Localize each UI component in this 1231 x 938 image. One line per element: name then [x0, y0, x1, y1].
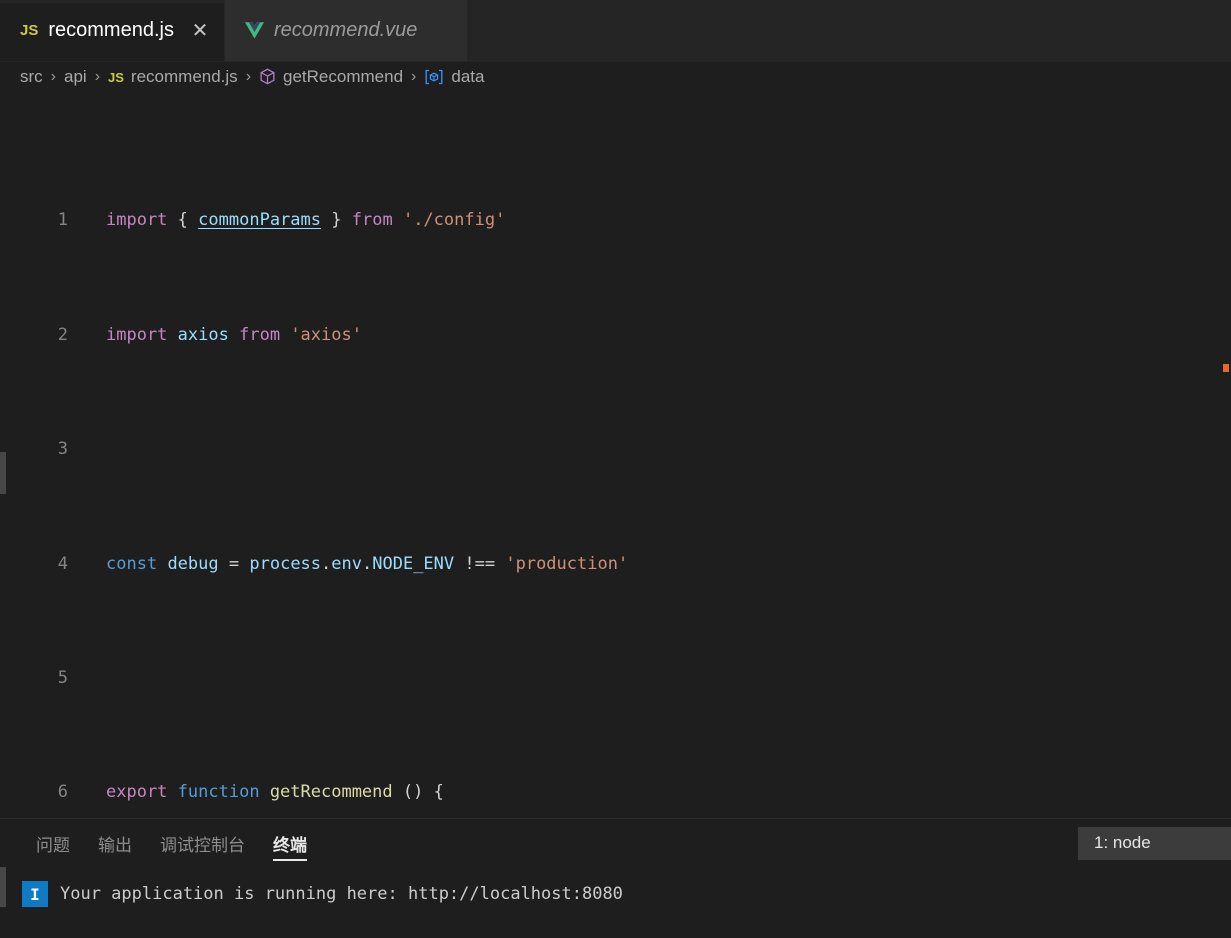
- code-line[interactable]: 5: [0, 664, 1231, 693]
- line-text: export function getRecommend () {: [106, 782, 444, 803]
- js-file-icon: JS: [20, 22, 39, 39]
- line-number: 5: [57, 667, 68, 688]
- line-number: 1: [57, 210, 68, 231]
- code-content[interactable]: 1 import { commonParams } from './config…: [0, 92, 1231, 818]
- code-editor[interactable]: 1 import { commonParams } from './config…: [0, 92, 1231, 818]
- breadcrumb-item-getrecommend[interactable]: getRecommend: [259, 67, 403, 87]
- breadcrumb-item-src[interactable]: src: [20, 67, 43, 87]
- chevron-right-icon: ›: [411, 68, 417, 85]
- breadcrumb-label: data: [451, 67, 485, 86]
- line-number: 2: [57, 324, 68, 345]
- terminal-select-label: 1: node: [1094, 832, 1151, 852]
- panel-left-decoration: [0, 867, 6, 907]
- terminal-select[interactable]: 1: node: [1078, 826, 1231, 860]
- symbol-function-icon: [259, 68, 276, 86]
- breadcrumb-item-recommend-js[interactable]: JS recommend.js: [108, 67, 238, 87]
- editor-tab-bar: JS recommend.js ✕ recommend.vue ✕: [0, 0, 1231, 62]
- breadcrumb-item-api[interactable]: api: [64, 67, 87, 87]
- code-line[interactable]: 2 import axios from 'axios': [0, 321, 1231, 350]
- panel-tab-output[interactable]: 输出: [84, 819, 146, 867]
- tab-label: recommend.vue: [273, 19, 418, 41]
- js-file-icon: JS: [108, 69, 124, 85]
- panel-tab-label: 问题: [36, 835, 70, 855]
- chevron-right-icon: ›: [94, 68, 101, 85]
- breadcrumb-label: getRecommend: [283, 67, 404, 86]
- breadcrumb-label: src: [20, 67, 43, 86]
- panel-tab-label: 调试控制台: [160, 835, 245, 855]
- tab-label: recommend.js: [48, 19, 174, 41]
- code-line[interactable]: 6 export function getRecommend () {: [0, 778, 1231, 807]
- code-line[interactable]: 4 const debug = process.env.NODE_ENV !==…: [0, 550, 1231, 579]
- code-line[interactable]: 1 import { commonParams } from './config…: [0, 206, 1231, 235]
- vue-file-icon: [244, 22, 264, 39]
- panel-actions: 1: node: [1078, 823, 1231, 863]
- panel-tab-bar: 问题 输出 调试控制台 终端 1: node: [0, 819, 1231, 867]
- panel-tab-label: 输出: [98, 835, 132, 855]
- close-icon[interactable]: ✕: [190, 21, 210, 41]
- line-number: 3: [57, 439, 68, 460]
- breadcrumb-label: recommend.js: [130, 67, 238, 86]
- line-number: 6: [57, 782, 68, 803]
- symbol-property-icon: [424, 69, 444, 85]
- panel-tab-problems[interactable]: 问题: [22, 819, 84, 867]
- bottom-panel: 问题 输出 调试控制台 终端 1: node I Your applicatio…: [0, 818, 1231, 938]
- breadcrumb-label: api: [64, 67, 87, 86]
- terminal-output-text: Your application is running here: http:/…: [60, 884, 623, 904]
- code-line[interactable]: 3: [0, 435, 1231, 464]
- line-text: import axios from 'axios': [106, 324, 362, 345]
- line-text: const debug = process.env.NODE_ENV !== '…: [106, 553, 629, 574]
- panel-tab-debug-console[interactable]: 调试控制台: [146, 819, 259, 867]
- tab-recommend-js[interactable]: JS recommend.js ✕: [0, 0, 225, 61]
- panel-tab-label: 终端: [273, 835, 307, 855]
- line-number: 4: [57, 553, 68, 574]
- tab-recommend-vue[interactable]: recommend.vue ✕: [224, 0, 469, 61]
- chevron-right-icon: ›: [245, 68, 252, 85]
- breadcrumb-item-data[interactable]: data: [424, 67, 484, 87]
- line-text: import { commonParams } from './config': [106, 210, 506, 231]
- panel-tab-terminal[interactable]: 终端: [259, 819, 321, 867]
- info-badge-icon: I: [22, 881, 48, 907]
- terminal-output[interactable]: I Your application is running here: http…: [0, 867, 1231, 907]
- chevron-right-icon: ›: [50, 68, 56, 85]
- breadcrumb: src › api › JS recommend.js › getRecomme…: [0, 62, 1231, 92]
